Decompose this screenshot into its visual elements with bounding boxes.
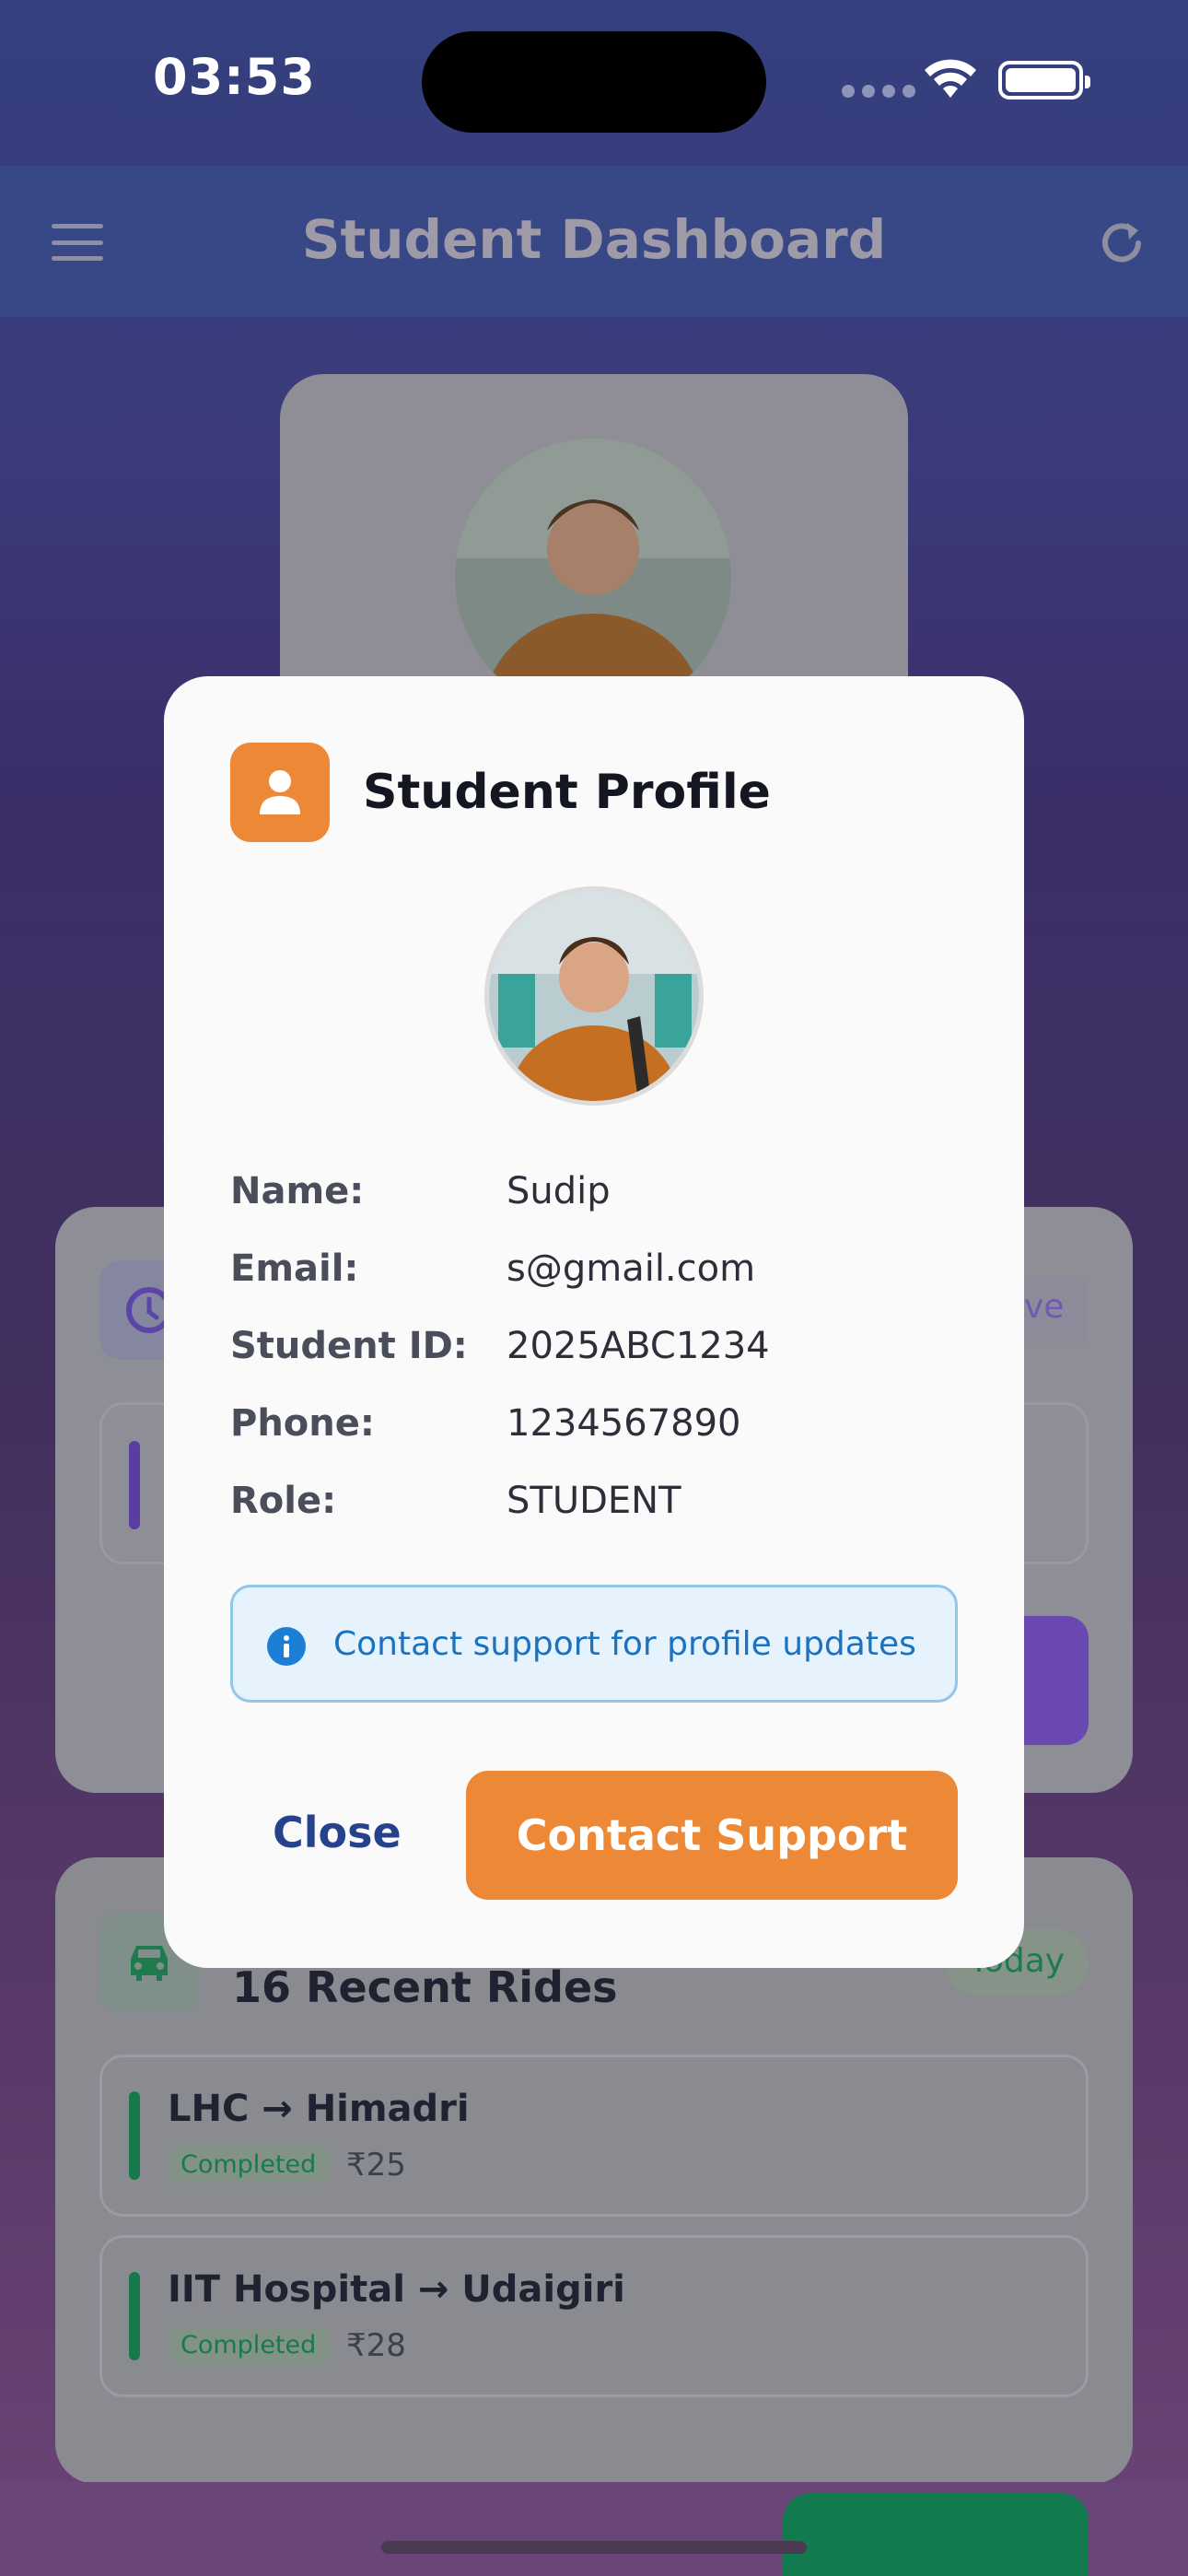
student-id-label: Student ID: xyxy=(230,1325,468,1367)
recent-rides-title: 16 Recent Rides xyxy=(232,1962,618,2012)
phone-label: Phone: xyxy=(230,1402,375,1445)
role-label: Role: xyxy=(230,1480,337,1522)
page-title: Student Dashboard xyxy=(301,208,887,271)
ride-route: IIT Hospital → Udaigiri xyxy=(168,2268,625,2311)
ride-indicator-bar xyxy=(129,2091,140,2180)
email-value: s@gmail.com xyxy=(507,1247,756,1290)
wifi-icon xyxy=(925,59,976,98)
battery-icon xyxy=(998,61,1090,100)
ride-indicator-bar xyxy=(129,1441,140,1529)
info-text: Contact support for profile updates xyxy=(333,1625,916,1663)
list-item[interactable] xyxy=(99,2055,1089,2217)
avatar xyxy=(455,439,731,715)
status-time: 03:53 xyxy=(153,48,316,106)
phone-value: 1234567890 xyxy=(507,1402,741,1445)
status-badge: Completed xyxy=(168,2327,330,2363)
dynamic-island xyxy=(422,31,766,133)
student-id-value: 2025ABC1234 xyxy=(507,1325,770,1367)
close-button[interactable]: Close xyxy=(273,1808,402,1857)
list-item[interactable] xyxy=(99,2235,1089,2397)
name-label: Name: xyxy=(230,1170,365,1212)
ride-indicator-bar xyxy=(129,2272,140,2360)
ride-fare: ₹28 xyxy=(346,2327,406,2364)
contact-support-button[interactable]: Contact Support xyxy=(466,1771,958,1900)
home-indicator[interactable] xyxy=(381,2541,807,2554)
name-value: Sudip xyxy=(507,1170,611,1212)
dialog-title: Student Profile xyxy=(363,765,771,820)
cellular-signal-icon xyxy=(842,85,915,98)
info-icon xyxy=(267,1627,306,1666)
role-value: STUDENT xyxy=(507,1480,681,1522)
view-all-rides-button[interactable] xyxy=(783,2493,1089,2576)
email-label: Email: xyxy=(230,1247,359,1290)
ride-route: LHC → Himadri xyxy=(168,2088,470,2130)
active-status-text: ve xyxy=(1024,1288,1065,1326)
status-badge: Completed xyxy=(168,2147,330,2183)
ride-fare: ₹25 xyxy=(346,2147,406,2184)
profile-avatar xyxy=(484,886,704,1106)
person-icon xyxy=(230,743,330,842)
refresh-icon[interactable] xyxy=(1096,217,1147,269)
